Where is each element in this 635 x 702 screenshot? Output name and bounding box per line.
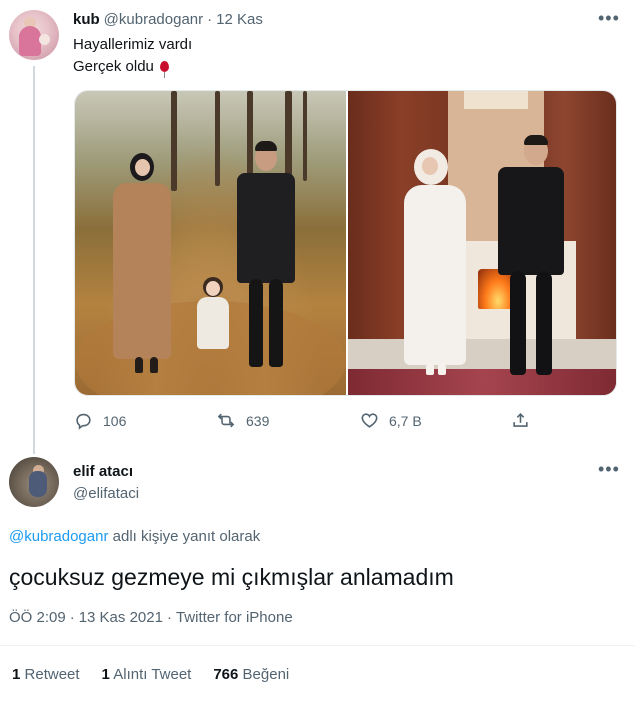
engagement-stats: 1 Retweet 1 Alıntı Tweet 766 Beğeni	[12, 666, 289, 683]
likes-count: 766	[213, 666, 239, 683]
retweet-count: 639	[246, 412, 270, 429]
quotes-count: 1	[101, 666, 110, 683]
tweet-header: kub @kubradoganr · 12 Kas	[73, 11, 263, 28]
replying-to-mention[interactable]: @kubradoganr	[9, 528, 108, 545]
replying-to-suffix: adlı kişiye yanıt olarak	[108, 528, 261, 545]
author-avatar[interactable]	[9, 10, 59, 60]
quotes-label: Alıntı Tweet	[113, 666, 192, 683]
share-action[interactable]	[511, 411, 530, 430]
tweet-text-line-2-label: Gerçek oldu	[73, 58, 154, 75]
reply-more-options-icon[interactable]: •••	[598, 459, 620, 480]
likes-stat[interactable]: 766 Beğeni	[213, 666, 289, 683]
author-display-name[interactable]: kub	[73, 11, 100, 28]
reply-source[interactable]: Twitter for iPhone	[176, 609, 293, 626]
meta-separator-2: ·	[166, 609, 172, 626]
retweet-action[interactable]: 639	[216, 411, 269, 430]
likes-label: Beğeni	[242, 666, 290, 683]
reply-text: çocuksuz gezmeye mi çıkmışlar anlamadım	[9, 564, 454, 590]
tweet-media[interactable]	[74, 90, 617, 396]
quotes-stat[interactable]: 1 Alıntı Tweet	[102, 666, 192, 683]
balloon-icon	[159, 61, 169, 78]
meta-separator: ·	[69, 609, 75, 626]
retweets-label: Retweet	[24, 666, 80, 683]
like-action[interactable]: 6,7 B	[360, 411, 422, 430]
tweet-text-line-2: Gerçek oldu	[73, 58, 169, 78]
retweet-icon	[216, 411, 236, 430]
heart-icon	[360, 411, 379, 430]
photo-couple-fireplace[interactable]	[348, 91, 616, 395]
more-options-icon[interactable]: •••	[598, 8, 620, 29]
reply-action[interactable]: 106	[74, 411, 126, 430]
reply-time[interactable]: ÖÖ 2:09	[9, 609, 66, 626]
share-icon	[511, 411, 530, 430]
author-handle[interactable]: @kubradoganr	[104, 11, 203, 28]
reply-count: 106	[103, 412, 127, 429]
reply-bubble-icon	[74, 411, 93, 430]
reply-author-display-name[interactable]: elif atacı	[73, 463, 133, 480]
retweets-count: 1	[12, 666, 21, 683]
reply-metadata: ÖÖ 2:09 · 13 Kas 2021 · Twitter for iPho…	[9, 609, 293, 626]
tweet-date[interactable]: 12 Kas	[216, 11, 263, 28]
retweets-stat[interactable]: 1 Retweet	[12, 666, 80, 683]
like-count: 6,7 B	[389, 412, 422, 429]
divider	[0, 645, 635, 646]
thread-connector-line	[33, 66, 35, 454]
tweet-text-line-1: Hayallerimiz vardı	[73, 36, 193, 53]
replying-to-line: @kubradoganr adlı kişiye yanıt olarak	[9, 528, 260, 545]
photo-autumn-family[interactable]	[75, 91, 346, 395]
reply-author-avatar[interactable]	[9, 457, 59, 507]
reply-author-handle[interactable]: @elifataci	[73, 485, 139, 502]
header-separator: ·	[207, 11, 213, 28]
reply-date[interactable]: 13 Kas 2021	[79, 609, 163, 626]
